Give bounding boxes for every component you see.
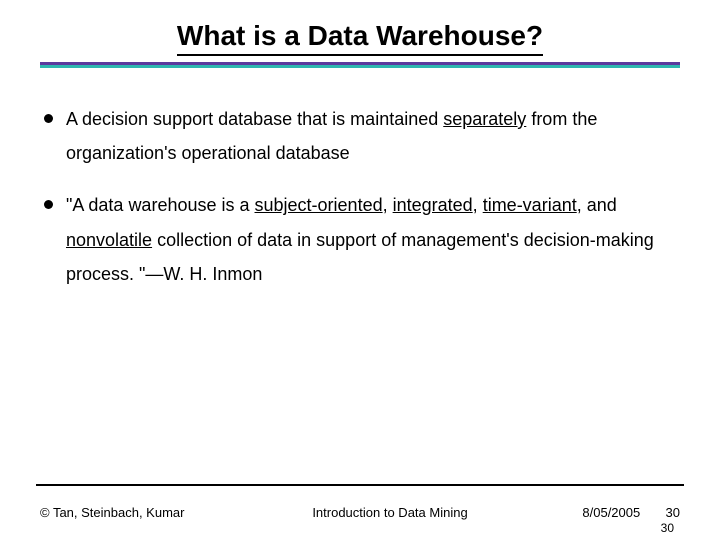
text-span: ,	[473, 195, 483, 215]
footer-row: © Tan, Steinbach, Kumar Introduction to …	[0, 494, 720, 530]
content-area: A decision support database that is main…	[40, 102, 680, 291]
list-item: "A data warehouse is a subject-oriented,…	[40, 188, 680, 291]
rule-teal	[40, 65, 680, 68]
footer: © Tan, Steinbach, Kumar Introduction to …	[0, 494, 720, 530]
text-span: "A data warehouse is a	[66, 195, 255, 215]
slide: What is a Data Warehouse? A decision sup…	[0, 0, 720, 540]
underlined-text: integrated	[393, 195, 473, 215]
bullet-list: A decision support database that is main…	[40, 102, 680, 291]
underlined-text: separately	[443, 109, 526, 129]
underlined-text: subject-oriented	[255, 195, 383, 215]
title-rule	[40, 62, 680, 68]
text-span: ,	[383, 195, 393, 215]
footer-title: Introduction to Data Mining	[260, 505, 520, 520]
underlined-text: time-variant	[483, 195, 577, 215]
text-span: collection of data in support of managem…	[66, 230, 654, 284]
text-span: A decision support database that is main…	[66, 109, 443, 129]
underlined-text: nonvolatile	[66, 230, 152, 250]
footer-right: 8/05/2005 30 30	[520, 505, 680, 520]
footer-copyright: © Tan, Steinbach, Kumar	[40, 505, 260, 520]
footer-date: 8/05/2005	[582, 505, 640, 520]
footer-page-duplicate: 30	[661, 521, 674, 535]
slide-title: What is a Data Warehouse?	[177, 20, 543, 56]
title-wrap: What is a Data Warehouse?	[40, 20, 680, 56]
list-item: A decision support database that is main…	[40, 102, 680, 170]
footer-page: 30	[666, 505, 680, 520]
text-span: , and	[577, 195, 617, 215]
footer-rule	[36, 484, 684, 486]
